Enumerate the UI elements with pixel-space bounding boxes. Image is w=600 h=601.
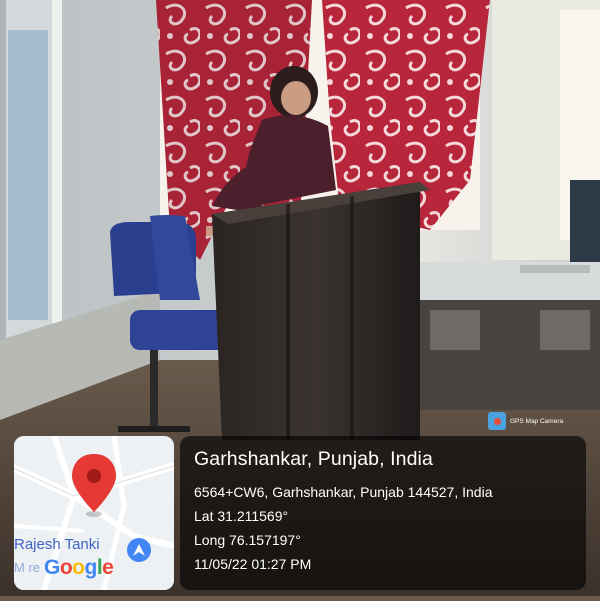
latitude-text: Lat 31.211569° [194,508,289,524]
gps-map-camera-icon [488,412,506,430]
google-logo: Google [44,556,114,579]
longitude-text: Long 76.157197° [194,532,301,548]
location-map-thumbnail: Rajesh Tanki M re Google [14,436,174,590]
place-marker-icon [127,538,151,562]
map-place-label: Rajesh Tanki [14,536,100,553]
datetime-text: 11/05/22 01:27 PM [194,556,312,572]
photo-frame: GPS Map Camera Rajesh Tanki M re Google … [0,0,600,601]
location-title: Garhshankar, Punjab, India [194,448,433,470]
gps-map-camera-badge: GPS Map Camera [488,410,590,432]
address-text: 6564+CW6, Garhshankar, Punjab 144527, In… [194,484,493,500]
map-place-label-secondary: M re [14,560,40,575]
geotag-info-panel: Garhshankar, Punjab, India 6564+CW6, Gar… [180,436,586,590]
app-badge-label: GPS Map Camera [510,417,564,425]
